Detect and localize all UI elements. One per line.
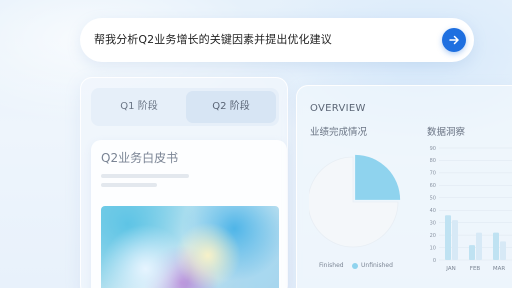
report-panel: Q1 阶段 Q2 阶段 Q2业务白皮书 bbox=[80, 77, 288, 288]
bar-jan-1 bbox=[452, 220, 458, 260]
y-tick-label: 30 bbox=[430, 220, 436, 226]
overview-title: OVERVIEW bbox=[310, 103, 366, 114]
y-tick-label: 90 bbox=[430, 146, 436, 152]
tab-q2[interactable]: Q2 阶段 bbox=[186, 91, 276, 123]
y-tick-label: 20 bbox=[430, 233, 436, 239]
legend-finished-label: Finished bbox=[319, 262, 344, 269]
y-tick-label: 10 bbox=[430, 245, 436, 251]
bar-mar-1 bbox=[500, 241, 506, 260]
insight-bar-chart: 0 10 20 30 40 50 60 70 80 90 JAN FEB MAR bbox=[430, 146, 512, 272]
tab-q1[interactable]: Q1 阶段 bbox=[94, 91, 184, 123]
bar-feb-0 bbox=[469, 245, 475, 260]
y-tick-label: 60 bbox=[430, 183, 436, 189]
legend-unfinished: Unfinished bbox=[352, 262, 393, 269]
legend-unfinished-label: Unfinished bbox=[361, 262, 393, 269]
legend-swatch bbox=[352, 262, 358, 269]
overview-panel: OVERVIEW 业绩完成情况 数据洞察 Finished Unfinished… bbox=[296, 85, 512, 288]
prompt-input-text[interactable]: 帮我分析Q2业务增长的关键因素并提出优化建议 bbox=[94, 18, 332, 62]
send-button[interactable] bbox=[442, 28, 466, 52]
y-tick-label: 80 bbox=[430, 158, 436, 164]
y-tick-label: 50 bbox=[430, 196, 436, 202]
text-placeholder-line bbox=[101, 174, 189, 178]
document-cover-image bbox=[101, 206, 279, 288]
legend-finished: Finished bbox=[319, 262, 344, 269]
document-card[interactable]: Q2业务白皮书 bbox=[91, 140, 287, 288]
performance-pie-chart bbox=[309, 154, 401, 248]
y-tick-label: 0 bbox=[433, 258, 436, 264]
insight-label: 数据洞察 bbox=[427, 127, 466, 138]
x-tick-label: FEB bbox=[470, 266, 481, 272]
bar-feb-1 bbox=[476, 232, 482, 260]
pie-slice-finished bbox=[355, 154, 401, 200]
phase-tabs: Q1 阶段 Q2 阶段 bbox=[91, 88, 279, 126]
y-tick-label: 70 bbox=[430, 171, 436, 177]
x-tick-label: MAR bbox=[493, 266, 506, 272]
bar-jan-0 bbox=[445, 215, 451, 260]
document-title: Q2业务白皮书 bbox=[101, 151, 179, 165]
y-tick-label: 40 bbox=[430, 208, 436, 214]
text-placeholder-line bbox=[101, 183, 157, 187]
performance-label: 业绩完成情况 bbox=[310, 127, 368, 138]
bar-mar-0 bbox=[493, 232, 499, 260]
x-tick-label: JAN bbox=[445, 266, 455, 272]
prompt-input-bar[interactable]: 帮我分析Q2业务增长的关键因素并提出优化建议 bbox=[80, 18, 474, 62]
arrow-right-icon bbox=[449, 35, 459, 45]
